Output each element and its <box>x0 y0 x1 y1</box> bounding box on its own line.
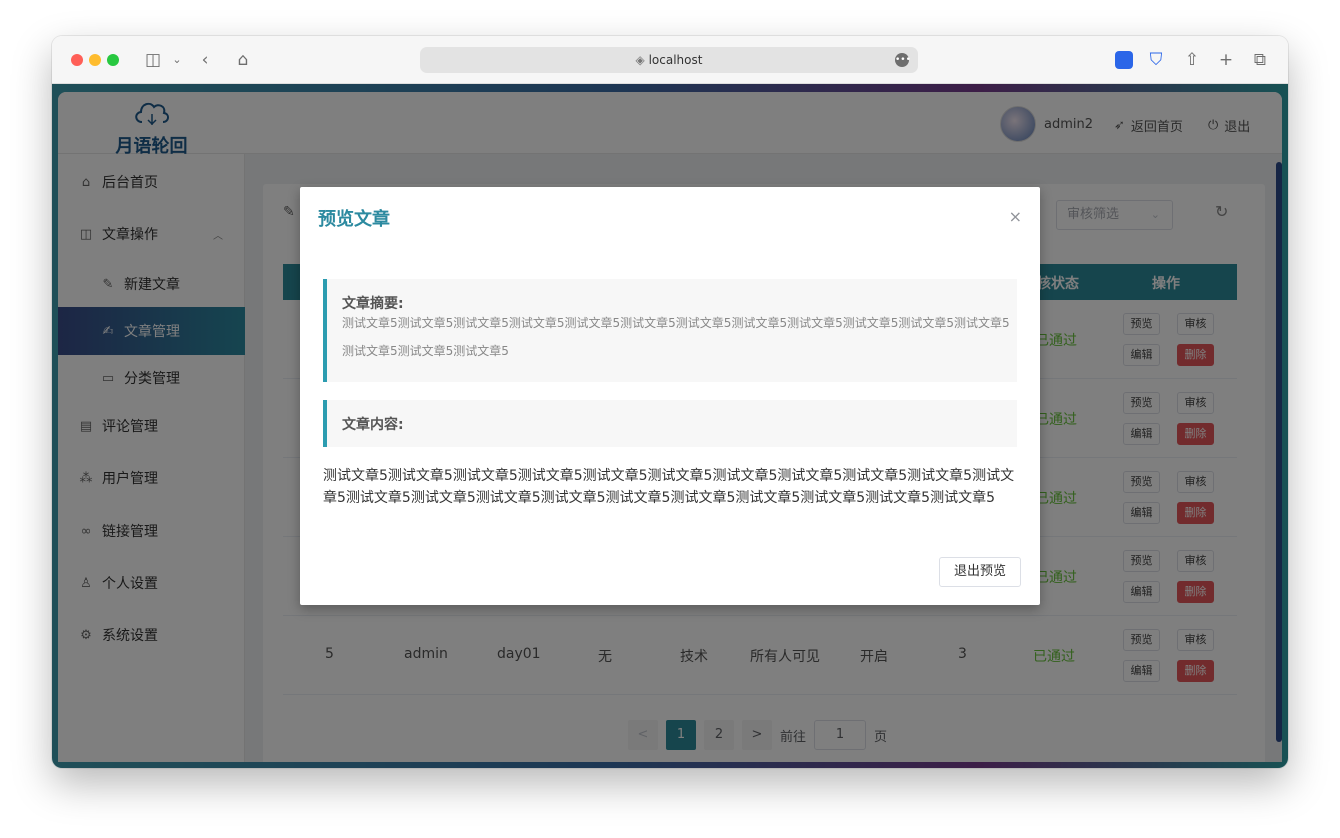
browser-toolbar: ◫ ⌄ ‹ ⌂ ◈ localhost ••• ⛉ ⇧ + ⧉ <box>52 36 1288 84</box>
home-icon[interactable]: ⌂ <box>232 49 254 71</box>
exit-preview-button[interactable]: 退出预览 <box>939 557 1021 587</box>
back-icon[interactable]: ‹ <box>196 49 214 71</box>
new-tab-icon[interactable]: + <box>1216 49 1236 71</box>
zoom-window-button[interactable] <box>107 54 119 66</box>
url-text: localhost <box>648 53 703 67</box>
preview-dialog: 预览文章 × 文章摘要: 测试文章5测试文章5测试文章5测试文章5测试文章5测试… <box>300 187 1040 605</box>
content-block: 文章内容: <box>323 400 1017 447</box>
summary-block: 文章摘要: 测试文章5测试文章5测试文章5测试文章5测试文章5测试文章5测试文章… <box>323 279 1017 382</box>
shield-icon[interactable]: ⛉ <box>1146 49 1166 71</box>
chevron-down-icon[interactable]: ⌄ <box>170 49 184 71</box>
tabs-overview-icon[interactable]: ⧉ <box>1250 49 1270 71</box>
reader-icon[interactable]: ••• <box>895 53 911 67</box>
share-icon[interactable]: ⇧ <box>1182 49 1202 71</box>
sidebar-icon[interactable]: ◫ <box>142 49 164 71</box>
minimize-window-button[interactable] <box>89 54 101 66</box>
site-icon: ◈ <box>635 53 649 67</box>
summary-text: 测试文章5测试文章5测试文章5测试文章5测试文章5测试文章5测试文章5测试文章5… <box>342 316 1010 358</box>
close-icon[interactable]: × <box>1009 207 1022 226</box>
close-window-button[interactable] <box>71 54 83 66</box>
browser-window: ◫ ⌄ ‹ ⌂ ◈ localhost ••• ⛉ ⇧ + ⧉ 月语轮回 <box>52 36 1288 768</box>
extension-icon[interactable] <box>1114 49 1134 71</box>
content-text: 测试文章5测试文章5测试文章5测试文章5测试文章5测试文章5测试文章5测试文章5… <box>323 468 1015 506</box>
address-bar[interactable]: ◈ localhost ••• <box>420 47 918 73</box>
dialog-title: 预览文章 <box>318 209 390 230</box>
content-title: 文章内容: <box>342 417 404 433</box>
